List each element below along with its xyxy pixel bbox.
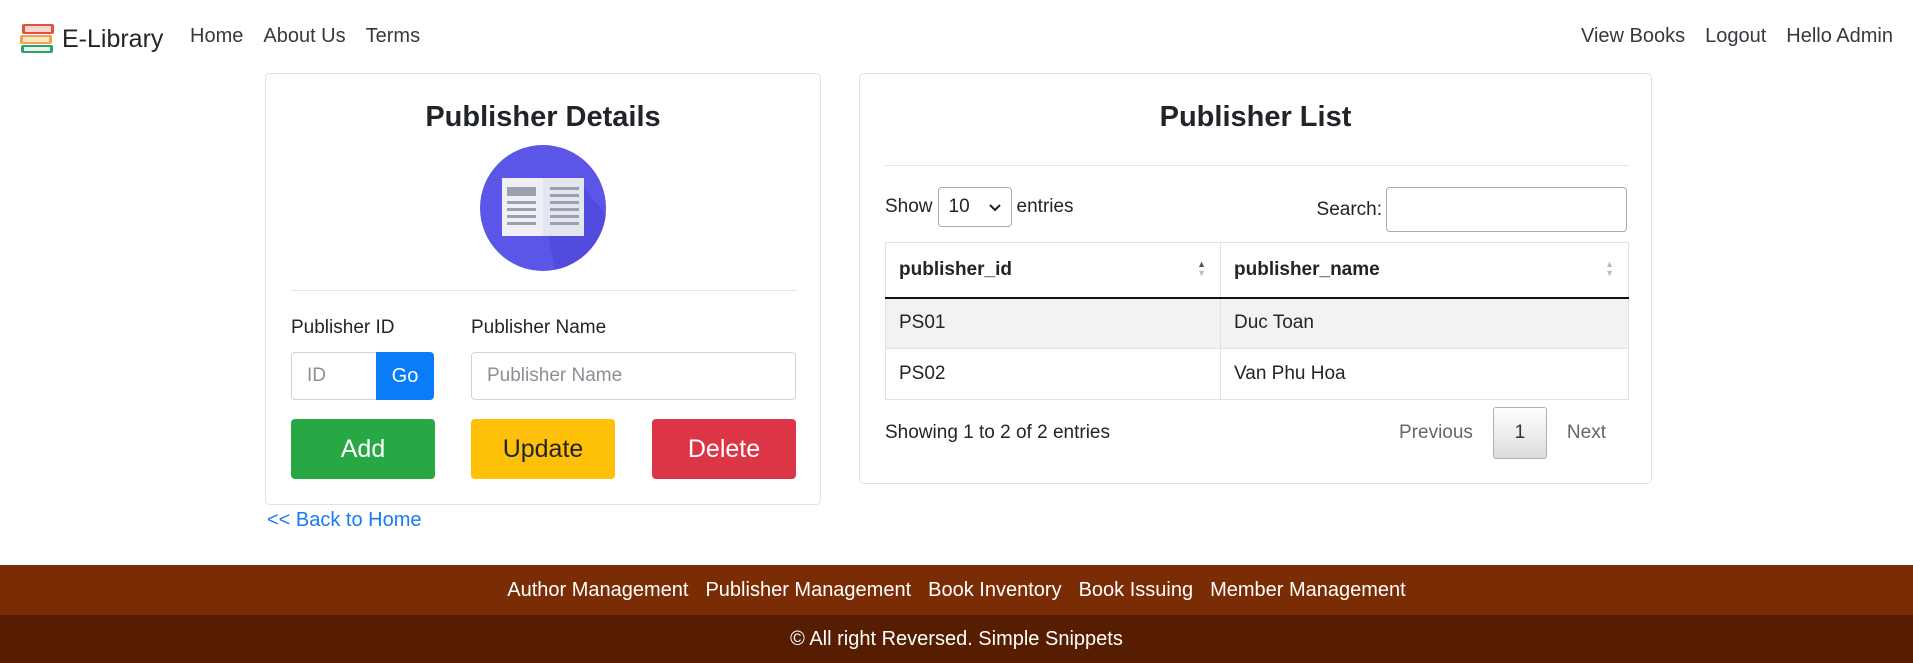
sort-icon: ▲ ▼ bbox=[1197, 259, 1206, 278]
sort-icon: ▲ ▼ bbox=[1605, 259, 1614, 278]
nav-terms-link[interactable]: Terms bbox=[366, 25, 420, 48]
search-label: Search: bbox=[1316, 198, 1382, 220]
publisher-details-card: Publisher Details Publisher ID Go Publis… bbox=[265, 73, 821, 505]
footer-book-inventory-link[interactable]: Book Inventory bbox=[928, 579, 1061, 602]
table-row[interactable]: PS01 Duc Toan bbox=[885, 297, 1629, 349]
cell-publisher-id: PS01 bbox=[885, 297, 1221, 349]
footer-copyright-bar: © All right Reversed. Simple Snippets bbox=[0, 615, 1913, 663]
cell-publisher-name: Duc Toan bbox=[1220, 297, 1629, 349]
page-1-button[interactable]: 1 bbox=[1492, 407, 1547, 459]
brand-name[interactable]: E-Library bbox=[62, 25, 163, 54]
nav-logout-link[interactable]: Logout bbox=[1705, 25, 1766, 48]
publisher-id-input[interactable] bbox=[291, 352, 377, 400]
table-row[interactable]: PS02 Van Phu Hoa bbox=[885, 348, 1629, 400]
cell-publisher-id: PS02 bbox=[885, 348, 1221, 400]
column-header-publisher-name[interactable]: publisher_name ▲ ▼ bbox=[1220, 242, 1629, 299]
column-header-label: publisher_name bbox=[1234, 258, 1380, 280]
entries-select[interactable]: 10 bbox=[937, 187, 1012, 227]
back-to-home-link[interactable]: << Back to Home bbox=[267, 509, 422, 532]
go-button[interactable]: Go bbox=[376, 352, 434, 400]
add-button[interactable]: Add bbox=[291, 419, 435, 479]
nav-home-link[interactable]: Home bbox=[190, 25, 243, 48]
entries-length-control: Show 10 entries bbox=[885, 187, 1074, 227]
divider bbox=[291, 290, 797, 291]
previous-page-button[interactable]: Previous bbox=[1379, 422, 1493, 444]
table-header-row: publisher_id ▲ ▼ publisher_name ▲ ▼ bbox=[885, 242, 1629, 299]
table-info: Showing 1 to 2 of 2 entries bbox=[885, 422, 1110, 443]
column-header-publisher-id[interactable]: publisher_id ▲ ▼ bbox=[885, 242, 1221, 299]
nav-view-books-link[interactable]: View Books bbox=[1581, 25, 1685, 48]
nav-right: View Books Logout Hello Admin bbox=[1581, 25, 1893, 48]
books-logo-icon bbox=[18, 18, 56, 61]
search-input[interactable] bbox=[1386, 187, 1627, 232]
pagination: Previous 1 Next bbox=[1379, 407, 1626, 459]
nav-about-link[interactable]: About Us bbox=[263, 25, 345, 48]
publisher-table: publisher_id ▲ ▼ publisher_name ▲ ▼ PS01 D… bbox=[885, 242, 1629, 400]
nav-user-greeting[interactable]: Hello Admin bbox=[1786, 25, 1893, 48]
footer-publisher-management-link[interactable]: Publisher Management bbox=[705, 579, 911, 602]
publisher-list-title: Publisher List bbox=[1159, 101, 1352, 133]
publisher-name-label: Publisher Name bbox=[471, 317, 607, 338]
copyright-text: © All right Reversed. Simple Snippets bbox=[790, 627, 1123, 650]
chevron-down-icon bbox=[988, 196, 1001, 218]
delete-button[interactable]: Delete bbox=[652, 419, 796, 479]
column-header-label: publisher_id bbox=[899, 258, 1012, 280]
next-page-button[interactable]: Next bbox=[1547, 422, 1626, 444]
entries-label: entries bbox=[1016, 196, 1074, 217]
update-button[interactable]: Update bbox=[471, 419, 615, 479]
top-navbar: E-Library Home About Us Terms View Books… bbox=[0, 0, 1913, 74]
show-label: Show bbox=[885, 196, 933, 217]
footer-author-management-link[interactable]: Author Management bbox=[507, 579, 688, 602]
footer-nav: Author Management Publisher Management B… bbox=[0, 565, 1913, 615]
publisher-id-label: Publisher ID bbox=[291, 317, 395, 338]
table-search-control: Search: bbox=[1317, 187, 1627, 232]
nav-left: Home About Us Terms bbox=[190, 25, 420, 48]
divider bbox=[885, 165, 1629, 166]
cell-publisher-name: Van Phu Hoa bbox=[1220, 348, 1629, 400]
publisher-details-title: Publisher Details bbox=[425, 101, 661, 133]
entries-select-value: 10 bbox=[948, 196, 970, 217]
book-open-icon bbox=[480, 145, 606, 271]
footer-member-management-link[interactable]: Member Management bbox=[1210, 579, 1406, 602]
publisher-name-input[interactable] bbox=[471, 352, 796, 400]
brand[interactable]: E-Library bbox=[18, 18, 163, 61]
publisher-list-card: Publisher List Show 10 entries Search: p… bbox=[859, 73, 1652, 484]
footer-book-issuing-link[interactable]: Book Issuing bbox=[1079, 579, 1194, 602]
